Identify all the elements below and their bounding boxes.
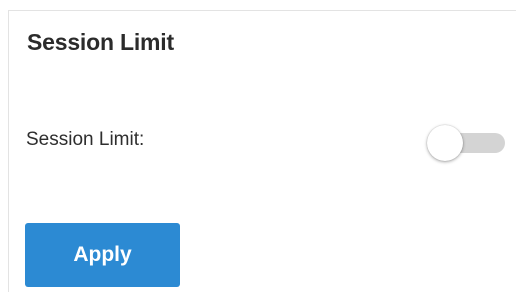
session-limit-toggle[interactable] [425, 124, 509, 162]
toggle-knob [427, 125, 463, 161]
session-limit-label: Session Limit: [26, 129, 145, 150]
section-title: Session Limit [27, 29, 174, 55]
apply-button[interactable]: Apply [25, 223, 180, 287]
session-limit-panel: Session Limit Session Limit: Apply [8, 10, 516, 292]
